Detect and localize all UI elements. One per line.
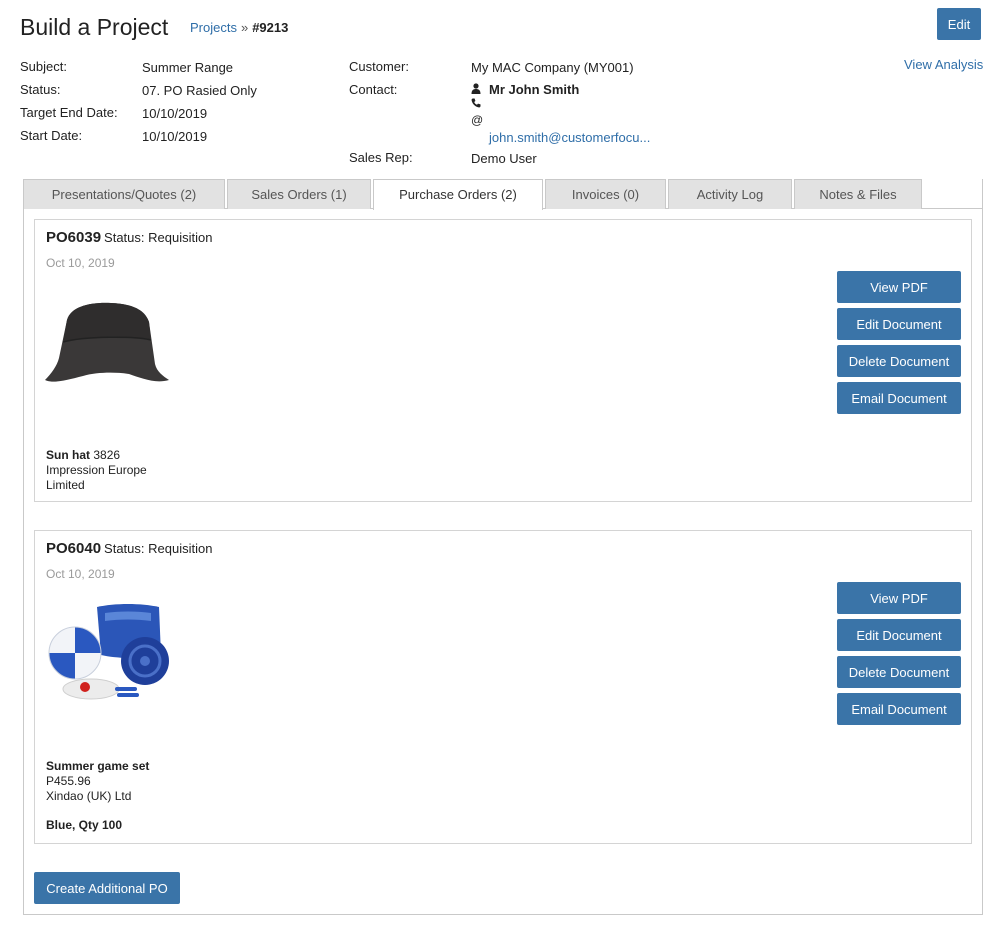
po-number: PO6040	[46, 540, 102, 557]
purchase-order-card: PO6040 Status: Requisition Oct 10, 2019 V…	[34, 530, 972, 844]
tab-sales-orders[interactable]: Sales Orders (1)	[227, 179, 371, 209]
customer-label: Customer:	[349, 59, 409, 74]
view-pdf-button[interactable]: View PDF	[837, 271, 961, 303]
product-image-summer-game-set	[45, 603, 171, 710]
status-value: 07. PO Rasied Only	[142, 83, 257, 98]
supplier-name-line2: Limited	[46, 478, 85, 492]
subject-value: Summer Range	[142, 60, 234, 75]
supplier-name-line1: Impression Europe	[46, 463, 147, 477]
edit-document-button[interactable]: Edit Document	[837, 619, 961, 651]
item-name: Sun hat	[46, 448, 90, 462]
contact-name: Mr John Smith	[489, 82, 580, 97]
start-date-label: Start Date:	[20, 128, 83, 143]
po-item-details: Summer game set P455.96 Xindao (UK) Ltd	[46, 759, 149, 804]
purchase-order-card: PO6039 Status: Requisition Oct 10, 2019 V…	[34, 219, 972, 502]
po-header: PO6040 Status: Requisition	[46, 540, 212, 557]
delete-document-button[interactable]: Delete Document	[837, 345, 961, 377]
po-actions: View PDF Edit Document Delete Document E…	[837, 271, 962, 419]
item-code: 3826	[93, 448, 121, 462]
sales-rep-value: Demo User	[471, 151, 537, 166]
tab-notes-files[interactable]: Notes & Files	[794, 179, 922, 209]
subject-label: Subject:	[20, 59, 67, 74]
item-code: P455.96	[46, 774, 91, 788]
sales-rep-label: Sales Rep:	[349, 150, 413, 165]
tab-invoices[interactable]: Invoices (0)	[545, 179, 666, 209]
po-status: Status: Requisition	[104, 230, 213, 245]
po-date: Oct 10, 2019	[46, 256, 115, 270]
phone-icon	[471, 98, 481, 111]
breadcrumb: Projects» #9213	[190, 20, 288, 35]
item-name: Summer game set	[46, 759, 150, 773]
page-title: Build a Project	[20, 14, 169, 40]
email-document-button[interactable]: Email Document	[837, 693, 961, 725]
po-date: Oct 10, 2019	[46, 567, 115, 581]
product-image-sun-hat	[45, 300, 173, 391]
contact-email-link[interactable]: john.smith@customerfocu...	[489, 130, 650, 145]
edit-button[interactable]: Edit	[937, 8, 981, 40]
customer-value: My MAC Company (MY001)	[471, 60, 634, 75]
contact-label: Contact:	[349, 82, 398, 97]
tab-activity-log[interactable]: Activity Log	[668, 179, 792, 209]
edit-document-button[interactable]: Edit Document	[837, 308, 961, 340]
tab-purchase-orders[interactable]: Purchase Orders (2)	[373, 179, 543, 210]
breadcrumb-projects-link[interactable]: Projects	[190, 20, 237, 35]
po-header: PO6039 Status: Requisition	[46, 229, 212, 246]
target-end-date-value: 10/10/2019	[142, 106, 208, 121]
po-status: Status: Requisition	[104, 541, 213, 556]
breadcrumb-separator: »	[240, 20, 249, 35]
start-date-value: 10/10/2019	[142, 129, 208, 144]
at-sign-icon: @	[471, 113, 484, 127]
po-number: PO6039	[46, 229, 102, 246]
person-icon	[471, 83, 481, 97]
item-variant: Blue, Qty 100	[46, 818, 123, 832]
create-additional-po-button[interactable]: Create Additional PO	[34, 872, 180, 904]
supplier-name-line1: Xindao (UK) Ltd	[46, 789, 132, 803]
view-analysis-link[interactable]: View Analysis	[904, 57, 983, 72]
status-label: Status:	[20, 82, 61, 97]
email-document-button[interactable]: Email Document	[837, 382, 961, 414]
delete-document-button[interactable]: Delete Document	[837, 656, 961, 688]
po-actions: View PDF Edit Document Delete Document E…	[837, 582, 962, 730]
po-item-details: Sun hat 3826 Impression Europe Limited	[46, 448, 147, 493]
view-pdf-button[interactable]: View PDF	[837, 582, 961, 614]
tab-presentations-quotes[interactable]: Presentations/Quotes (2)	[23, 179, 225, 209]
project-number: #9213	[252, 20, 289, 35]
target-end-date-label: Target End Date:	[20, 105, 118, 120]
